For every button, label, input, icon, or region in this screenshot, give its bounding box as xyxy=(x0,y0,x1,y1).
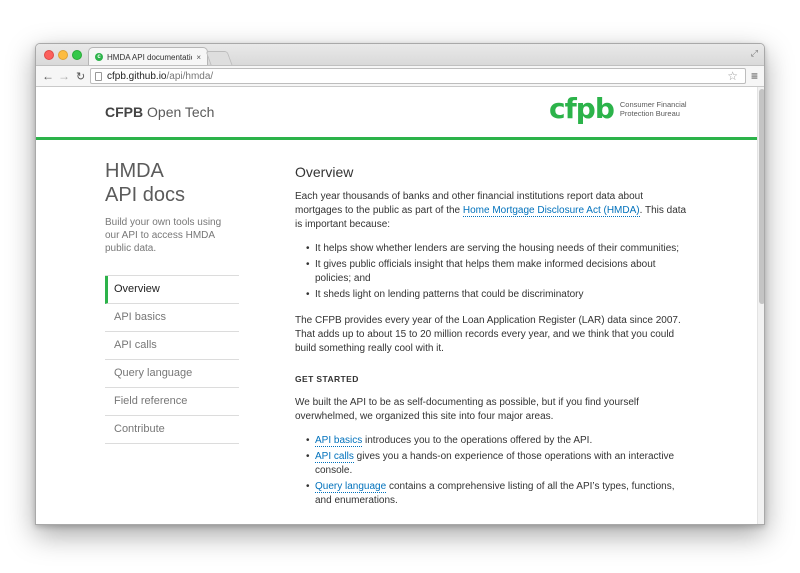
list-item: API basics introduces you to the operati… xyxy=(306,434,690,448)
cfpb-logo-mark: cfpb xyxy=(549,92,615,125)
minimize-window-button[interactable] xyxy=(58,50,68,60)
reload-icon[interactable]: ↻ xyxy=(76,70,85,83)
tab-title: HMDA API documentation xyxy=(107,52,193,62)
list-item: API calls gives you a hands-on experienc… xyxy=(306,450,690,478)
hmda-link[interactable]: Home Mortgage Disclosure Act (HMDA) xyxy=(462,205,640,217)
sidebar-title: HMDA API docs xyxy=(105,159,239,207)
cfpb-logo[interactable]: cfpb Consumer Financial Protection Burea… xyxy=(549,95,690,123)
list-item: Query language contains a comprehensive … xyxy=(306,480,690,508)
cfpb-logo-text: Consumer Financial Protection Bureau xyxy=(620,100,690,118)
back-arrow-icon[interactable]: ← xyxy=(42,69,54,83)
get-started-heading: GET STARTED xyxy=(295,374,359,384)
sidebar-item-field-reference[interactable]: Field reference xyxy=(105,388,239,416)
sidebar-title-line-1: HMDA xyxy=(105,160,164,182)
sidebar-nav: Overview API basics API calls Query lang… xyxy=(105,275,239,444)
sidebar-item-overview[interactable]: Overview xyxy=(105,276,239,304)
fullscreen-icon[interactable]: ⤢ xyxy=(751,48,758,59)
sidebar-item-query-language[interactable]: Query language xyxy=(105,360,239,388)
zoom-window-button[interactable] xyxy=(72,50,82,60)
list-item-text: gives you a hands-on experience of those… xyxy=(315,451,675,476)
page-viewport: CFPB Open Tech cfpb Consumer Financial P… xyxy=(36,87,764,524)
brand-rest: Open Tech xyxy=(143,104,215,120)
areas-list: API basics introduces you to the operati… xyxy=(295,434,690,508)
close-window-button[interactable] xyxy=(44,50,54,60)
intro-paragraph: Each year thousands of banks and other f… xyxy=(295,190,690,232)
brand-bold: CFPB xyxy=(105,104,144,120)
list-item: It sheds light on lending patterns that … xyxy=(306,288,690,302)
browser-tab[interactable]: c HMDA API documentation × xyxy=(88,47,208,66)
sidebar-item-api-basics[interactable]: API basics xyxy=(105,304,239,332)
api-calls-link[interactable]: API calls xyxy=(315,451,354,463)
logo-line-1: Consumer Financial xyxy=(619,100,687,109)
new-tab-button[interactable] xyxy=(205,51,233,65)
page-title: Overview xyxy=(295,164,354,180)
sidebar-description: Build your own tools using our API to ac… xyxy=(105,217,222,254)
api-basics-link[interactable]: API basics xyxy=(315,435,363,447)
tab-close-icon[interactable]: × xyxy=(196,53,201,62)
address-bar[interactable]: cfpb.github.io/api/hmda/ xyxy=(90,68,746,84)
main-content: Overview Each year thousands of banks an… xyxy=(295,165,690,520)
list-item: It helps show whether lenders are servin… xyxy=(306,242,690,256)
sidebar: HMDA API docs Build your own tools using… xyxy=(105,159,239,444)
bookmark-star-icon[interactable]: ☆ xyxy=(727,69,738,83)
lar-paragraph: The CFPB provides every year of the Loan… xyxy=(295,315,681,354)
sidebar-item-api-calls[interactable]: API calls xyxy=(105,332,239,360)
cfpb-favicon-icon: c xyxy=(95,53,103,61)
page-icon xyxy=(95,71,102,81)
sidebar-title-line-2: API docs xyxy=(105,184,186,206)
scrollbar-thumb[interactable] xyxy=(759,89,764,304)
site-header: CFPB Open Tech cfpb Consumer Financial P… xyxy=(36,87,757,140)
scrollbar[interactable] xyxy=(757,87,764,524)
site-brand[interactable]: CFPB Open Tech xyxy=(105,104,214,120)
forward-arrow-icon[interactable]: → xyxy=(58,69,70,83)
importance-list: It helps show whether lenders are servin… xyxy=(295,242,690,302)
get-started-paragraph: We built the API to be as self-documenti… xyxy=(295,397,639,422)
logo-line-2: Protection Bureau xyxy=(619,109,680,118)
list-item: It gives public officials insight that h… xyxy=(306,258,690,286)
url-host: cfpb.github.io xyxy=(107,70,167,82)
sidebar-item-contribute[interactable]: Contribute xyxy=(105,416,239,444)
query-language-link[interactable]: Query language xyxy=(315,481,387,493)
browser-window: c HMDA API documentation × ⤢ ← → ↻ cfpb.… xyxy=(35,43,765,525)
menu-icon[interactable]: ≡ xyxy=(751,69,758,83)
list-item-text: introduces you to the operations offered… xyxy=(362,435,593,446)
url-path: /api/hmda/ xyxy=(166,70,214,82)
title-bar: c HMDA API documentation × ⤢ xyxy=(36,44,764,66)
browser-toolbar: ← → ↻ cfpb.github.io/api/hmda/ ☆ ≡ xyxy=(36,65,764,87)
